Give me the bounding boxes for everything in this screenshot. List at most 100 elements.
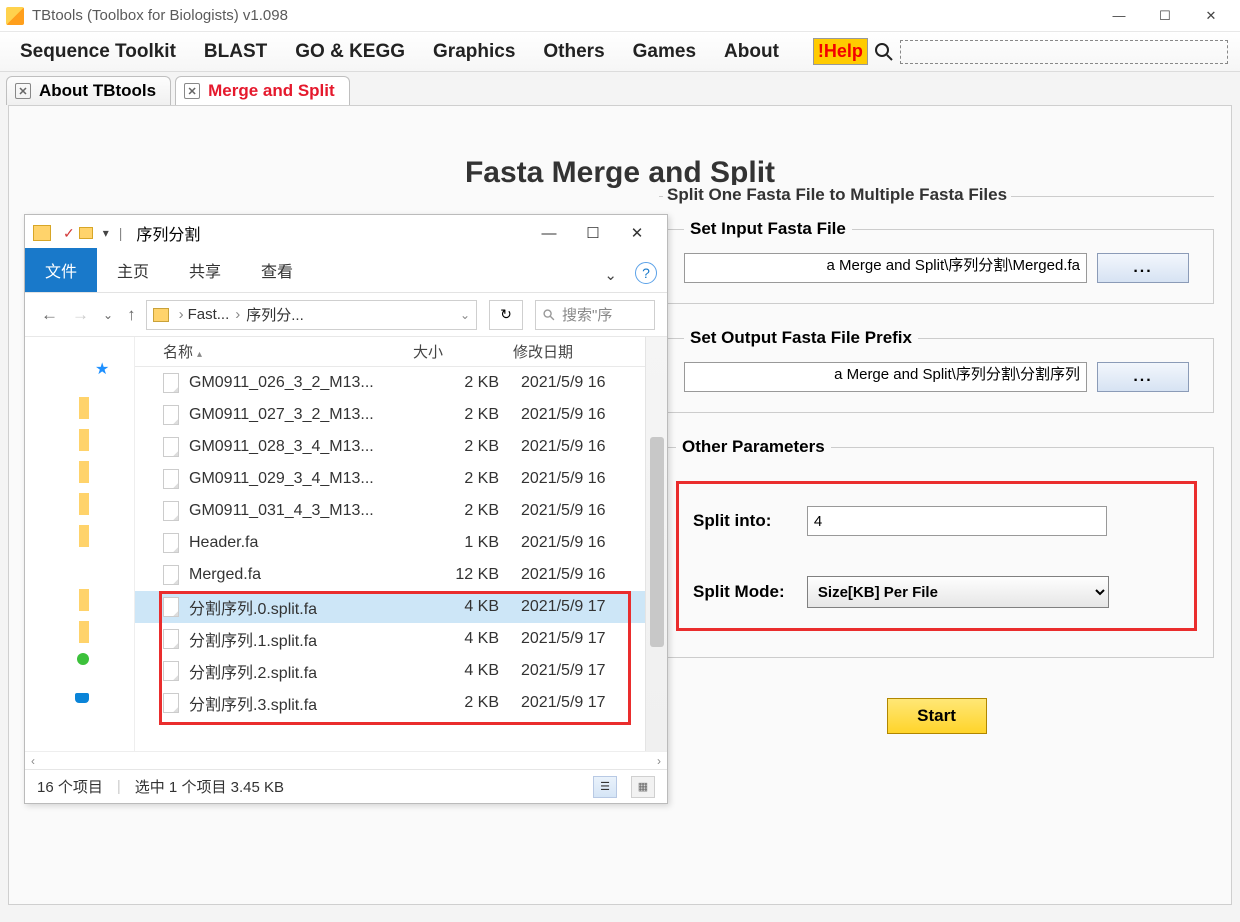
file-date: 2021/5/9 16 — [521, 566, 606, 584]
tab-label: Merge and Split — [208, 81, 335, 101]
menu-go-kegg[interactable]: GO & KEGG — [281, 35, 419, 69]
scrollbar-thumb[interactable] — [650, 437, 664, 647]
output-prefix-legend: Set Output Fasta File Prefix — [684, 328, 918, 348]
status-dot-icon — [77, 653, 89, 665]
menu-games[interactable]: Games — [619, 35, 710, 69]
history-dropdown[interactable]: ⌄ — [99, 308, 117, 322]
split-into-input[interactable] — [807, 506, 1107, 536]
menu-others[interactable]: Others — [529, 35, 618, 69]
input-file-group: Set Input Fasta File a Merge and Split\序… — [659, 219, 1214, 304]
input-file-browse-button[interactable]: ... — [1097, 253, 1189, 283]
help-button[interactable]: !Help — [813, 38, 868, 65]
onedrive-icon — [75, 693, 89, 703]
help-icon[interactable]: ? — [635, 262, 657, 284]
app-icon — [6, 7, 24, 25]
split-mode-select[interactable]: Size[KB] Per File — [807, 576, 1109, 608]
maximize-button[interactable]: ☐ — [1142, 0, 1188, 32]
title-bar: TBtools (Toolbox for Biologists) v1.098 … — [0, 0, 1240, 32]
address-bar[interactable]: › Fast... › 序列分... ⌄ — [146, 300, 477, 330]
file-date: 2021/5/9 16 — [521, 438, 606, 456]
file-icon — [163, 629, 179, 649]
tab-about-tbtools[interactable]: ✕ About TBtools — [6, 76, 171, 105]
file-size: 2 KB — [421, 438, 521, 456]
file-row[interactable]: GM0911_026_3_2_M13...2 KB2021/5/9 16 — [135, 367, 667, 399]
breadcrumb-segment[interactable]: Fast... — [188, 306, 230, 323]
file-name: 分割序列.0.split.fa — [189, 595, 421, 619]
file-icon — [163, 533, 179, 553]
ribbon-tab-home[interactable]: 主页 — [97, 248, 169, 292]
file-name: GM0911_029_3_4_M13... — [189, 470, 421, 488]
folder-icon — [153, 308, 169, 322]
selection-info: 选中 1 个项目 3.45 KB — [135, 776, 284, 797]
file-icon — [163, 469, 179, 489]
ribbon-tab-share[interactable]: 共享 — [169, 248, 241, 292]
menu-graphics[interactable]: Graphics — [419, 35, 529, 69]
file-size: 1 KB — [421, 534, 521, 552]
file-row[interactable]: 分割序列.0.split.fa4 KB2021/5/9 17 — [135, 591, 667, 623]
file-icon — [163, 501, 179, 521]
explorer-nav-pane[interactable]: ★ — [25, 337, 135, 751]
file-icon — [163, 565, 179, 585]
up-button[interactable]: ↑ — [123, 305, 140, 325]
file-row[interactable]: Merged.fa12 KB2021/5/9 16 — [135, 559, 667, 591]
file-row[interactable]: GM0911_028_3_4_M13...2 KB2021/5/9 16 — [135, 431, 667, 463]
back-button[interactable]: ← — [37, 305, 62, 325]
refresh-button[interactable]: ↻ — [489, 300, 523, 330]
col-date[interactable]: 修改日期 — [513, 341, 667, 362]
file-icon — [163, 661, 179, 681]
ribbon-tab-view[interactable]: 查看 — [241, 248, 313, 292]
file-row[interactable]: Header.fa1 KB2021/5/9 16 — [135, 527, 667, 559]
menu-blast[interactable]: BLAST — [190, 35, 281, 69]
forward-button[interactable]: → — [68, 305, 93, 325]
file-name: 分割序列.2.split.fa — [189, 659, 421, 683]
tab-merge-split[interactable]: ✕ Merge and Split — [175, 76, 350, 105]
file-icon — [163, 437, 179, 457]
file-date: 2021/5/9 17 — [521, 630, 606, 648]
explorer-close-button[interactable]: ✕ — [615, 217, 659, 249]
ribbon-tab-file[interactable]: 文件 — [25, 248, 97, 292]
close-button[interactable]: ✕ — [1188, 0, 1234, 32]
file-row[interactable]: GM0911_027_3_2_M13...2 KB2021/5/9 16 — [135, 399, 667, 431]
file-size: 4 KB — [421, 598, 521, 616]
details-view-button[interactable]: ☰ — [593, 776, 617, 798]
explorer-search-input[interactable]: 搜索"序 — [535, 300, 655, 330]
ribbon-collapse-icon[interactable]: ⌄ — [592, 258, 629, 292]
output-prefix-group: Set Output Fasta File Prefix a Merge and… — [659, 328, 1214, 413]
file-size: 2 KB — [421, 406, 521, 424]
icons-view-button[interactable]: ▦ — [631, 776, 655, 798]
file-size: 2 KB — [421, 694, 521, 712]
file-row[interactable]: GM0911_029_3_4_M13...2 KB2021/5/9 16 — [135, 463, 667, 495]
output-prefix-field[interactable]: a Merge and Split\序列分割\分割序列 — [684, 362, 1087, 392]
menu-about[interactable]: About — [710, 35, 793, 69]
file-row[interactable]: 分割序列.2.split.fa4 KB2021/5/9 17 — [135, 655, 667, 687]
minimize-button[interactable]: — — [1096, 0, 1142, 32]
file-name: 分割序列.3.split.fa — [189, 691, 421, 715]
split-into-label: Split into: — [693, 511, 803, 531]
search-icon[interactable] — [874, 42, 894, 62]
file-date: 2021/5/9 16 — [521, 470, 606, 488]
horizontal-scrollbar[interactable]: ‹› — [25, 751, 667, 769]
tab-close-icon[interactable]: ✕ — [184, 83, 200, 99]
split-mode-label: Split Mode: — [693, 582, 803, 602]
tab-strip: ✕ About TBtools ✕ Merge and Split — [0, 76, 1240, 105]
start-button[interactable]: Start — [887, 698, 987, 734]
col-size[interactable]: 大小 — [413, 341, 513, 362]
col-name[interactable]: 名称 — [163, 344, 193, 361]
file-row[interactable]: 分割序列.1.split.fa4 KB2021/5/9 17 — [135, 623, 667, 655]
input-file-field[interactable]: a Merge and Split\序列分割\Merged.fa — [684, 253, 1087, 283]
search-field[interactable] — [900, 40, 1228, 64]
explorer-ribbon: 文件 主页 共享 查看 ⌄ ? — [25, 251, 667, 293]
menu-sequence-toolkit[interactable]: Sequence Toolkit — [6, 35, 190, 69]
output-prefix-browse-button[interactable]: ... — [1097, 362, 1189, 392]
quick-access-toolbar[interactable]: ✓ ▾ — [57, 225, 115, 242]
explorer-maximize-button[interactable]: ☐ — [571, 217, 615, 249]
column-headers[interactable]: 名称▴ 大小 修改日期 — [135, 337, 667, 367]
scrollbar-track[interactable] — [645, 337, 667, 751]
explorer-minimize-button[interactable]: — — [527, 217, 571, 249]
tab-close-icon[interactable]: ✕ — [15, 83, 31, 99]
file-row[interactable]: GM0911_031_4_3_M13...2 KB2021/5/9 16 — [135, 495, 667, 527]
file-name: GM0911_031_4_3_M13... — [189, 502, 421, 520]
breadcrumb-segment[interactable]: 序列分... — [246, 304, 304, 325]
chevron-down-icon[interactable]: ⌄ — [460, 308, 470, 322]
file-row[interactable]: 分割序列.3.split.fa2 KB2021/5/9 17 — [135, 687, 667, 719]
